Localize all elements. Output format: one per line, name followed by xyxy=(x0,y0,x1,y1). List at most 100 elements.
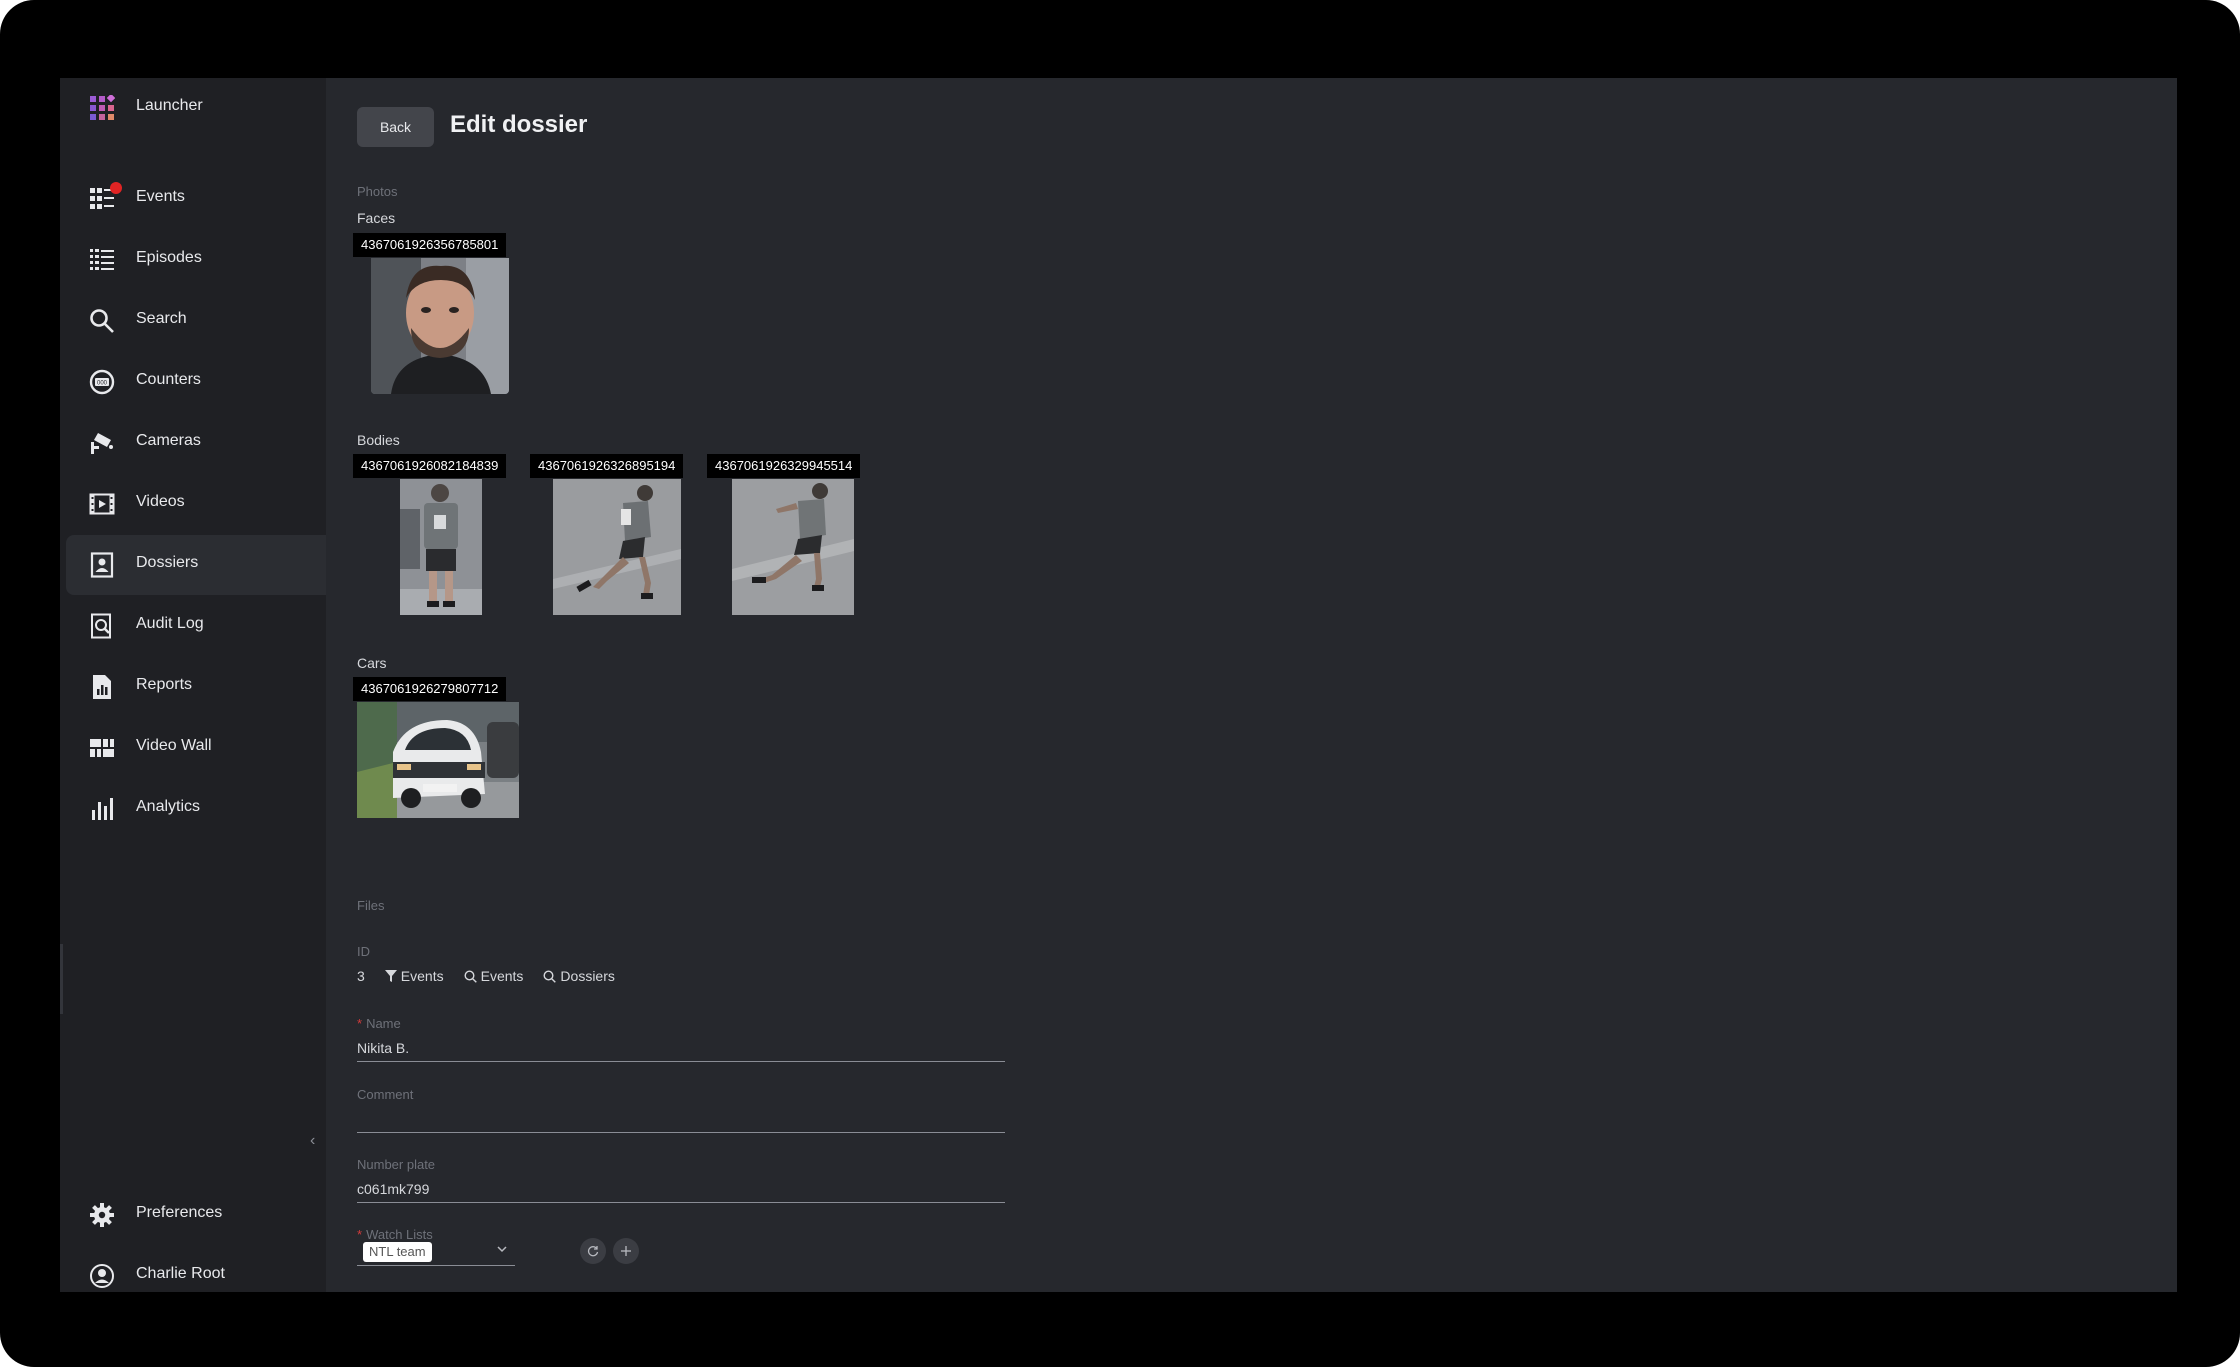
number-plate-input[interactable]: c061mk799 xyxy=(357,1175,1005,1203)
video-film-icon xyxy=(89,493,115,515)
add-watch-list-button[interactable] xyxy=(613,1238,639,1264)
search-icon xyxy=(543,969,557,983)
car-photo-image xyxy=(357,702,519,818)
back-button[interactable]: Back xyxy=(357,107,434,147)
required-mark: * xyxy=(357,1016,363,1031)
face-thumbnail[interactable] xyxy=(371,258,509,394)
dossier-icon xyxy=(90,552,114,578)
face-photo-image xyxy=(371,258,509,394)
chevron-down-icon xyxy=(497,1246,507,1253)
watch-list-tag[interactable]: NTL team xyxy=(363,1242,432,1262)
body-thumbnail[interactable] xyxy=(400,479,482,615)
sidebar-item-label: Cameras xyxy=(136,432,201,449)
sidebar-item-label: Reports xyxy=(136,676,193,693)
sidebar-item-search[interactable]: Search xyxy=(66,291,326,351)
user-avatar-icon xyxy=(90,1264,114,1288)
comment-label: Comment xyxy=(357,1087,414,1102)
body-thumbnail[interactable] xyxy=(553,479,681,615)
sidebar-item-videos[interactable]: Videos xyxy=(66,474,326,534)
device-frame: Launcher Events Episodes Search 000 Coun… xyxy=(0,0,2240,1367)
body-photo-image xyxy=(553,479,681,615)
sidebar-item-user[interactable]: Charlie Root xyxy=(66,1246,326,1292)
link-label: Events xyxy=(480,968,524,984)
body-photo-card[interactable]: 4367061926082184839 xyxy=(353,454,523,616)
id-row: 3 Events Events Dossiers xyxy=(357,968,615,984)
bodies-label: Bodies xyxy=(357,432,400,448)
plus-icon xyxy=(621,1246,631,1256)
search-icon xyxy=(90,309,114,333)
face-photo-card[interactable]: 4367061926356785801 xyxy=(353,233,523,395)
sidebar-item-label: Video Wall xyxy=(136,737,212,754)
sidebar-item-label: Search xyxy=(136,310,187,327)
notification-badge xyxy=(110,182,122,194)
photo-id-label: 4367061926329945514 xyxy=(707,454,861,478)
refresh-watch-lists-button[interactable] xyxy=(580,1238,606,1264)
refresh-icon xyxy=(587,1246,599,1257)
sidebar-item-events[interactable]: Events xyxy=(66,169,326,229)
photo-id-label: 4367061926279807712 xyxy=(353,677,507,701)
id-label: ID xyxy=(357,944,370,959)
app-screen: Launcher Events Episodes Search 000 Coun… xyxy=(60,78,2177,1292)
body-photo-card[interactable]: 4367061926326895194 xyxy=(530,454,700,616)
photo-id-label: 4367061926356785801 xyxy=(353,233,507,257)
sidebar-item-label: Launcher xyxy=(136,97,203,114)
name-label-text: Name xyxy=(366,1016,401,1031)
sidebar: Launcher Events Episodes Search 000 Coun… xyxy=(60,78,326,1292)
body-thumbnail[interactable] xyxy=(732,479,854,615)
car-photo-card[interactable]: 4367061926279807712 xyxy=(353,677,523,819)
report-icon xyxy=(93,675,111,699)
sidebar-item-label: Videos xyxy=(136,493,185,510)
body-photo-image xyxy=(732,479,854,615)
audit-log-icon xyxy=(91,613,111,639)
filter-events-link[interactable]: Events xyxy=(384,968,444,984)
sidebar-item-label: Events xyxy=(136,188,185,205)
filter-icon xyxy=(384,970,397,982)
page-title: Edit dossier xyxy=(450,111,588,138)
analytics-icon xyxy=(92,798,113,820)
car-thumbnail[interactable] xyxy=(357,702,519,818)
camera-icon xyxy=(91,433,113,454)
sidebar-item-reports[interactable]: Reports xyxy=(66,657,326,717)
photos-section-label: Photos xyxy=(357,184,398,199)
sidebar-item-label: Counters xyxy=(136,371,201,388)
gear-icon xyxy=(90,1203,114,1227)
name-input[interactable]: Nikita B. xyxy=(357,1034,1005,1062)
sidebar-resize-handle[interactable] xyxy=(60,944,63,1014)
sidebar-item-cameras[interactable]: Cameras xyxy=(66,413,326,473)
body-photo-card[interactable]: 4367061926329945514 xyxy=(707,454,877,616)
sidebar-item-label: Analytics xyxy=(136,798,201,815)
body-photo-image xyxy=(400,479,482,615)
photo-id-label: 4367061926082184839 xyxy=(353,454,507,478)
files-section-label: Files xyxy=(357,898,385,913)
link-label: Dossiers xyxy=(560,968,615,984)
sidebar-item-audit-log[interactable]: Audit Log xyxy=(66,596,326,656)
name-label: * Name xyxy=(357,1016,401,1031)
counter-icon: 000 xyxy=(89,369,115,395)
sidebar-item-label: Dossiers xyxy=(136,554,199,571)
search-events-link[interactable]: Events xyxy=(464,968,524,984)
svg-text:000: 000 xyxy=(97,381,108,387)
cars-label: Cars xyxy=(357,655,387,671)
search-dossiers-link[interactable]: Dossiers xyxy=(543,968,615,984)
sidebar-item-episodes[interactable]: Episodes xyxy=(66,230,326,290)
episodes-icon xyxy=(90,249,114,270)
number-plate-label: Number plate xyxy=(357,1157,436,1172)
sidebar-item-preferences[interactable]: Preferences xyxy=(66,1185,326,1245)
sidebar-item-launcher[interactable]: Launcher xyxy=(66,78,326,138)
link-label: Events xyxy=(400,968,444,984)
sidebar-item-label: Preferences xyxy=(136,1204,223,1221)
id-value: 3 xyxy=(357,968,365,984)
search-icon xyxy=(464,969,477,983)
comment-input[interactable] xyxy=(357,1105,1005,1133)
sidebar-item-dossiers[interactable]: Dossiers xyxy=(66,535,326,595)
watch-lists-select[interactable]: NTL team xyxy=(357,1240,515,1266)
main-content: Back Edit dossier Photos Faces 436706192… xyxy=(326,78,2177,1292)
photo-id-label: 4367061926326895194 xyxy=(530,454,684,478)
sidebar-item-analytics[interactable]: Analytics xyxy=(66,779,326,839)
sidebar-item-video-wall[interactable]: Video Wall xyxy=(66,718,326,778)
sidebar-item-label: Audit Log xyxy=(136,615,204,632)
video-wall-icon xyxy=(90,739,114,757)
sidebar-collapse-button[interactable]: ‹ xyxy=(310,1132,324,1152)
faces-label: Faces xyxy=(357,210,396,226)
sidebar-item-counters[interactable]: 000 Counters xyxy=(66,352,326,412)
